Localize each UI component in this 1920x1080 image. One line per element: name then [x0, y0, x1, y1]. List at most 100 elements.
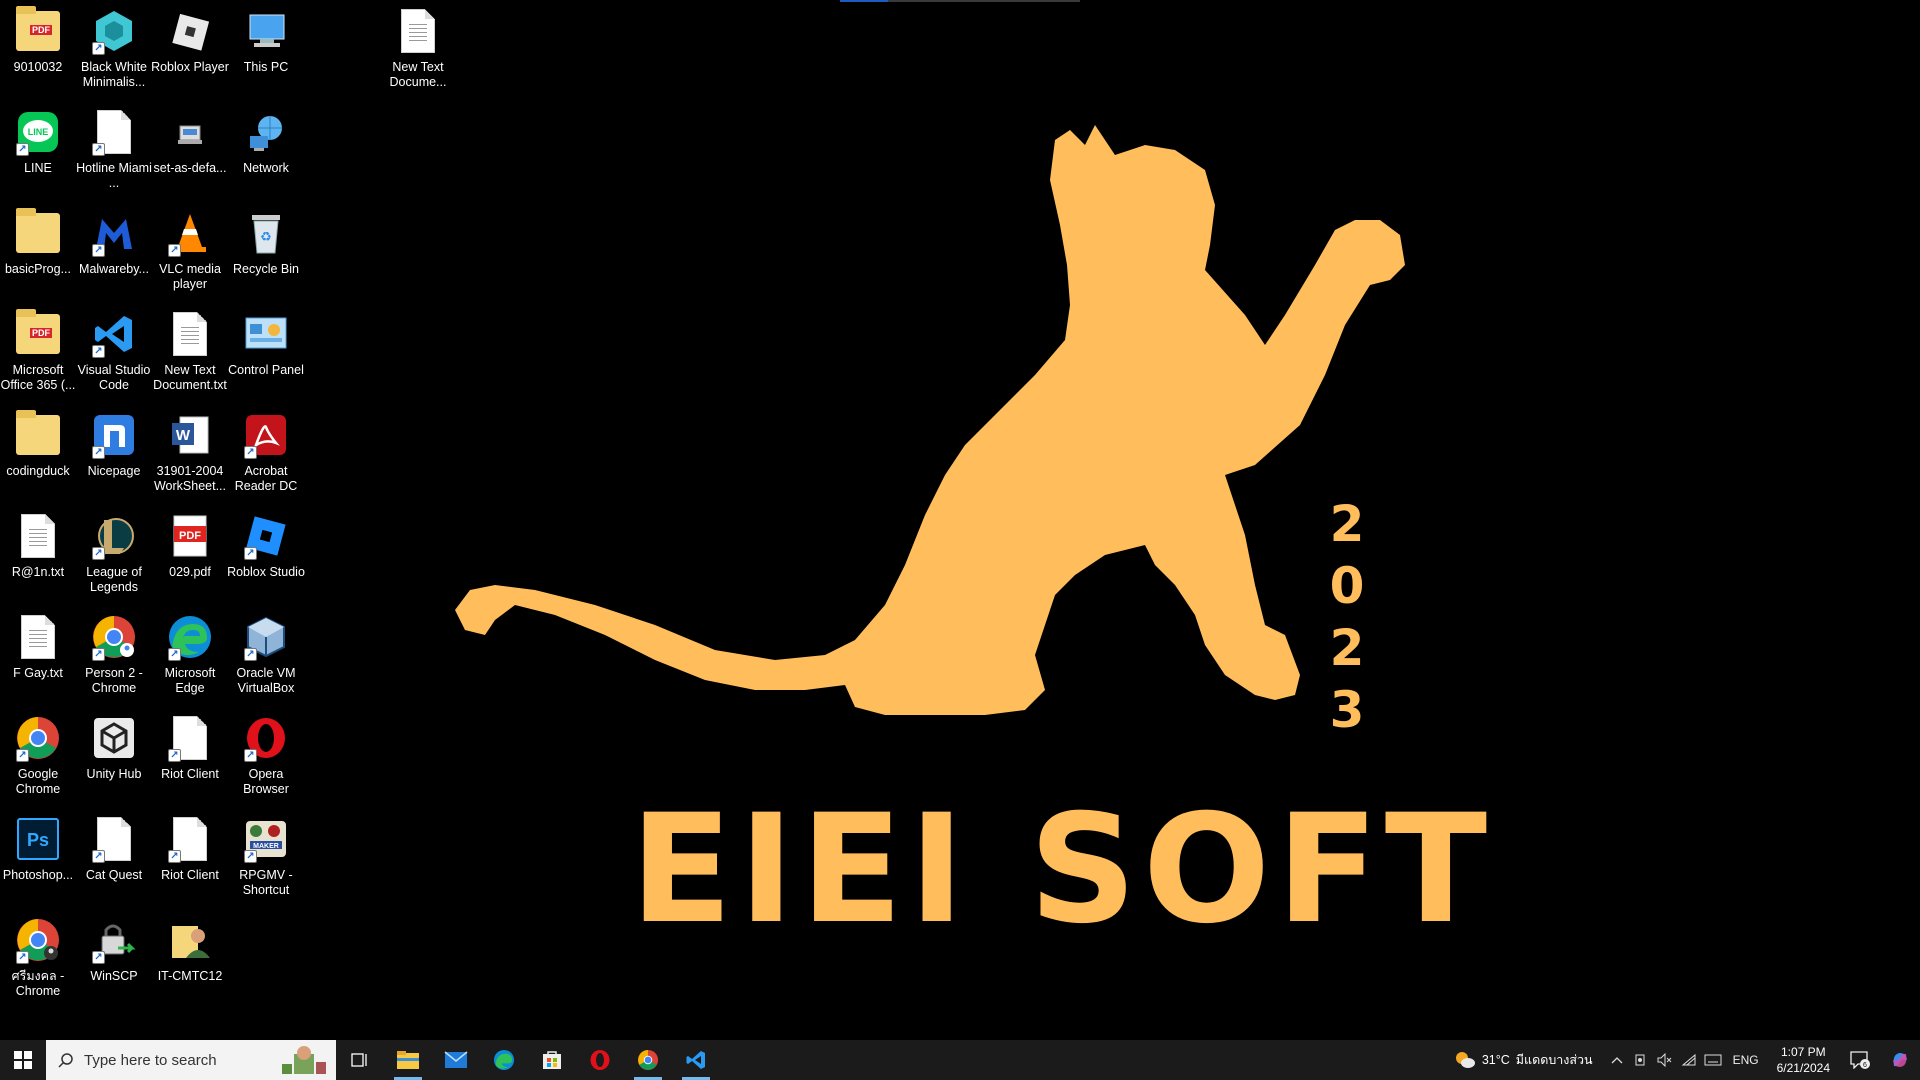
control-panel-icon: [245, 317, 287, 349]
svg-text:MAKER: MAKER: [253, 843, 279, 850]
desktop-icon-029-pdf[interactable]: PDF 029.pdf: [152, 505, 228, 605]
wallpaper-year: 2 0 2 3: [1329, 495, 1365, 739]
clock-time: 1:07 PM: [1780, 1045, 1826, 1059]
start-button[interactable]: [0, 1040, 46, 1080]
desktop-icon-new-text-document[interactable]: New Text Docume...: [380, 0, 456, 100]
desktop-icon-codingduck[interactable]: codingduck: [0, 404, 76, 504]
desktop-icon-hotline-miami[interactable]: ↗ Hotline Miami ...: [76, 101, 152, 201]
text-document-icon: [21, 514, 55, 558]
photoshop-icon: Ps: [17, 818, 59, 860]
desktop-icon-black-white-minimalis[interactable]: ↗ Black White Minimalis...: [76, 0, 152, 100]
notification-icon: 6: [1850, 1051, 1870, 1069]
desktop-icon-nicepage[interactable]: ↗ Nicepage: [76, 404, 152, 504]
desktop-icon-vlc[interactable]: ↗ VLC media player: [152, 202, 228, 302]
desktop-icon-set-as-default[interactable]: set-as-defa...: [152, 101, 228, 201]
vscode-icon: [686, 1051, 705, 1069]
svg-text:LINE: LINE: [28, 127, 49, 137]
desktop-icon-f-gay-txt[interactable]: F Gay.txt: [0, 606, 76, 706]
desktop-icon-cat-quest[interactable]: ↗ Cat Quest: [76, 808, 152, 908]
desktop-icon-winscp[interactable]: ↗ WinSCP: [76, 909, 152, 1009]
taskbar-task-view[interactable]: [336, 1040, 384, 1080]
desktop-icon-it-cmtc12[interactable]: IT-CMTC12: [152, 909, 228, 1009]
desktop-icon-rpgmv-shortcut[interactable]: MAKER ↗ RPGMV - Shortcut: [228, 808, 304, 908]
year-digit: 0: [1329, 557, 1365, 615]
desktop-icon-opera-browser[interactable]: ↗ Opera Browser: [228, 707, 304, 807]
task-view-icon: [351, 1053, 367, 1067]
desktop-icon-basicprog[interactable]: basicProg...: [0, 202, 76, 302]
computer-icon: [249, 14, 285, 47]
copilot-icon: [1893, 1053, 1907, 1067]
desktop-icon-r1n-txt[interactable]: R@1n.txt: [0, 505, 76, 605]
desktop-icon-riot-client[interactable]: ↗ Riot Client: [152, 707, 228, 807]
mail-icon: [444, 1051, 468, 1068]
svg-text:W: W: [176, 427, 191, 444]
desktop-icon-virtualbox[interactable]: ↗ Oracle VM VirtualBox: [228, 606, 304, 706]
taskbar-chrome[interactable]: [624, 1040, 672, 1080]
taskbar-mail[interactable]: [432, 1040, 480, 1080]
partly-sunny-icon: [1455, 1052, 1475, 1068]
speaker-muted-icon[interactable]: [1653, 1053, 1677, 1067]
meet-now-icon[interactable]: [1629, 1053, 1653, 1067]
desktop-icon-new-text-document-txt[interactable]: New Text Document.txt: [152, 303, 228, 403]
network-globe-icon: [250, 116, 282, 151]
weather-widget[interactable]: 31°C มีแดดบางส่วน: [1442, 1050, 1605, 1070]
svg-text:Ps: Ps: [27, 830, 49, 850]
desktop-icon-google-chrome[interactable]: ↗ Google Chrome: [0, 707, 76, 807]
desktop-icon-worksheet[interactable]: W 31901-2004 WorkSheet...: [152, 404, 228, 504]
desktop-icon-line[interactable]: LINE ↗ LINE: [0, 101, 76, 201]
folder-icon: [16, 410, 60, 455]
year-digit: 2: [1329, 495, 1365, 553]
taskbar-search-box[interactable]: Type here to search: [46, 1040, 336, 1080]
search-highlight-illustration-icon: [282, 1046, 326, 1074]
desktop-icon-this-pc[interactable]: This PC: [228, 0, 304, 100]
desktop-icon-microsoft-office-365[interactable]: PDF Microsoft Office 365 (...: [0, 303, 76, 403]
desktop-icon-9010032[interactable]: PDF 9010032: [0, 0, 76, 100]
pdf-folder-icon: PDF: [16, 6, 60, 51]
taskbar-clock[interactable]: 1:07 PM 6/21/2024: [1767, 1044, 1840, 1076]
roblox-icon: [172, 13, 210, 51]
search-placeholder: Type here to search: [84, 1051, 217, 1069]
folder-icon: [397, 1051, 419, 1069]
desktop: 2 0 2 3 EIEI SOFT PDF 9010032 ↗ Black Wh…: [0, 0, 1920, 1040]
desktop-icon-person-2-chrome[interactable]: ↗ Person 2 - Chrome: [76, 606, 152, 706]
cat-silhouette-wallpaper: [455, 125, 1405, 715]
keyboard-icon[interactable]: [1701, 1054, 1725, 1066]
weather-condition: มีแดดบางส่วน: [1515, 1053, 1593, 1067]
year-digit: 3: [1329, 681, 1365, 739]
search-icon: [58, 1053, 73, 1068]
year-digit: 2: [1329, 619, 1365, 677]
desktop-icon-unity-hub[interactable]: Unity Hub: [76, 707, 152, 807]
show-hidden-icons-chevron-icon[interactable]: [1605, 1056, 1629, 1064]
desktop-icon-roblox-player[interactable]: Roblox Player: [151, 0, 229, 100]
recycle-bin-icon: ♻: [252, 215, 280, 254]
text-document-icon: [21, 615, 55, 659]
input-language-indicator[interactable]: ENG: [1725, 1053, 1767, 1067]
desktop-icon-photoshop[interactable]: Ps Photoshop...: [0, 808, 76, 908]
action-center-button[interactable]: 6: [1840, 1051, 1880, 1069]
desktop-icon-control-panel[interactable]: Control Panel: [228, 303, 304, 403]
taskbar-vscode[interactable]: [672, 1040, 720, 1080]
clock-date: 6/21/2024: [1776, 1061, 1830, 1075]
opera-icon: [590, 1050, 610, 1070]
taskbar-store[interactable]: [528, 1040, 576, 1080]
desktop-icon-acrobat-reader[interactable]: ↗ Acrobat Reader DC: [228, 404, 304, 504]
wifi-icon[interactable]: [1677, 1053, 1701, 1067]
desktop-icon-roblox-studio[interactable]: ↗ Roblox Studio: [227, 505, 305, 605]
copilot-button[interactable]: [1880, 1050, 1920, 1070]
svg-text:PDF: PDF: [179, 530, 201, 542]
desktop-icon-recycle-bin[interactable]: ♻ Recycle Bin: [228, 202, 304, 302]
desktop-icon-league-of-legends[interactable]: ↗ League of Legends: [76, 505, 152, 605]
desktop-icon-visual-studio-code[interactable]: ↗ Visual Studio Code: [76, 303, 152, 403]
desktop-icon-srimongkol-chrome[interactable]: ↗ ศรีมงคล - Chrome: [0, 909, 76, 1009]
taskbar-opera[interactable]: [576, 1040, 624, 1080]
weather-temperature: 31°C: [1481, 1053, 1510, 1067]
desktop-icon-microsoft-edge[interactable]: ↗ Microsoft Edge: [152, 606, 228, 706]
desktop-icon-riot-client-2[interactable]: ↗ Riot Client: [152, 808, 228, 908]
desktop-icon-malwarebytes[interactable]: ↗ Malwareby...: [76, 202, 152, 302]
taskbar-file-explorer[interactable]: [384, 1040, 432, 1080]
chrome-icon: [637, 1049, 659, 1071]
taskbar: Type here to search 31°C มีแดดบางส่วน EN…: [0, 1040, 1920, 1080]
desktop-icon-network[interactable]: Network: [228, 101, 304, 201]
taskbar-edge[interactable]: [480, 1040, 528, 1080]
text-document-icon: [173, 312, 207, 356]
